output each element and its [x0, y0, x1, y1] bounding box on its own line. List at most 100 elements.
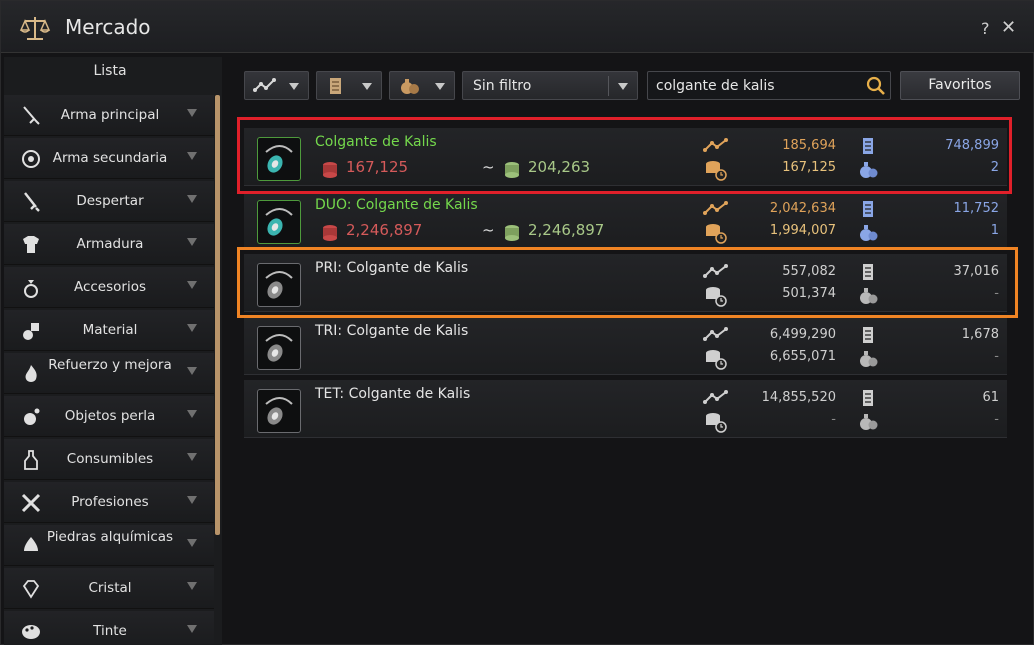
sidebar-item-label: Armadura — [76, 236, 144, 252]
sidebar-item-label: Despertar — [76, 193, 144, 209]
sidebar-item-arma-principal[interactable]: Arma principal — [4, 95, 214, 136]
scroll-icon — [863, 390, 873, 406]
sidebar-item-cristal[interactable]: Cristal — [4, 568, 214, 609]
chevron-down-icon — [187, 109, 197, 117]
sidebar-item-profesiones[interactable]: Profesiones — [4, 482, 214, 523]
awakening-sword-icon — [24, 192, 40, 212]
category-sidebar: Lista Arma principal Arma secundaria Despe… — [4, 57, 222, 645]
chevron-down-icon — [187, 367, 197, 375]
sidebar-item-objetos-perla[interactable]: Objetos perla — [4, 396, 214, 437]
chevron-down-icon — [187, 410, 197, 418]
chevron-down-icon — [289, 83, 299, 90]
listings-count: 61 — [982, 390, 999, 405]
shield-icon — [22, 150, 40, 168]
coin-stack-green-icon — [505, 225, 519, 241]
stock-count: 1 — [990, 223, 999, 238]
item-thumbnail — [257, 326, 301, 370]
sidebar-item-material[interactable]: Material — [4, 310, 214, 351]
pouch-icon — [860, 351, 878, 367]
table-row[interactable]: DUO: Colgante de Kalis 2,246,897 ~2,246,89… — [244, 191, 1007, 249]
listings-count: 11,752 — [953, 201, 1000, 216]
sidebar-item-label: Piedras alquímicas — [46, 529, 174, 545]
sword-icon — [23, 106, 40, 125]
tools-icon — [21, 493, 41, 513]
chevron-down-icon — [362, 83, 372, 90]
min-price: 2,246,897 — [346, 221, 423, 239]
coin-stack-red-icon — [323, 225, 337, 241]
max-price: 2,246,897 — [528, 221, 605, 239]
sidebar-item-label: Accesorios — [73, 279, 147, 295]
sidebar-item-refuerzo-y-mejora[interactable]: Refuerzo y mejora — [4, 353, 214, 394]
sidebar-item-armadura[interactable]: Armadura — [4, 224, 214, 265]
price-range-separator: ~ — [482, 221, 495, 239]
stock-count: - — [994, 349, 999, 364]
chevron-down-icon — [618, 83, 628, 90]
help-button[interactable]: ? — [981, 19, 990, 38]
item-name: TRI: Colgante de Kalis — [315, 323, 469, 339]
chevron-down-icon — [187, 238, 197, 246]
crystal-icon — [22, 580, 40, 599]
pendant-icon — [265, 334, 293, 362]
scroll-icon — [863, 327, 873, 343]
close-button[interactable]: ✕ — [1001, 17, 1016, 38]
sidebar-item-tinte[interactable]: Tinte — [4, 611, 214, 645]
filter-select-value: Sin filtro — [473, 78, 532, 94]
sidebar-item-label: Consumibles — [66, 451, 154, 467]
price-trend-filter[interactable] — [244, 71, 309, 100]
palette-icon — [22, 625, 40, 639]
window-title: Mercado — [65, 15, 151, 39]
bag-filter[interactable] — [389, 71, 455, 100]
title-bar[interactable]: Mercado ? ✕ — [1, 1, 1034, 53]
sidebar-item-label: Objetos perla — [64, 408, 156, 424]
chevron-down-icon — [187, 453, 197, 461]
chevron-down-icon — [187, 582, 197, 590]
sidebar-item-label: Profesiones — [71, 494, 149, 510]
search-box — [647, 71, 891, 100]
chevron-down-icon — [187, 195, 197, 203]
market-window: Mercado ? ✕ Lista Arma principal Arma sec… — [0, 0, 1034, 645]
highlight-box-red — [237, 117, 1012, 194]
sidebar-item-despertar[interactable]: Despertar — [4, 181, 214, 222]
price-value: 2,042,634 — [769, 201, 836, 216]
scales-icon — [19, 17, 51, 40]
sidebar-item-arma-secundaria[interactable]: Arma secundaria — [4, 138, 214, 179]
chevron-down-icon — [187, 496, 197, 504]
sidebar-item-piedras-alquimicas[interactable]: Piedras alquímicas — [4, 525, 214, 566]
scroll-icon — [863, 201, 873, 217]
sidebar-item-label: Material — [82, 322, 138, 338]
sidebar-item-label: Arma secundaria — [52, 150, 168, 166]
chevron-down-icon — [187, 281, 197, 289]
price-value: 14,855,520 — [761, 390, 836, 405]
item-thumbnail — [257, 200, 301, 244]
highlight-box-orange — [237, 247, 1018, 318]
armor-icon — [23, 236, 39, 253]
pouch-icon — [860, 414, 878, 430]
potion-icon — [24, 450, 38, 470]
sidebar-item-label: Tinte — [93, 623, 127, 639]
sidebar-item-consumibles[interactable]: Consumibles — [4, 439, 214, 480]
base-price-value: 1,994,007 — [769, 223, 836, 238]
search-icon[interactable] — [866, 76, 886, 96]
item-thumbnail — [257, 389, 301, 433]
base-price-value: - — [831, 412, 836, 427]
flame-icon — [25, 365, 37, 382]
listings-count: 1,678 — [961, 327, 999, 342]
sidebar-scrollbar[interactable] — [215, 95, 220, 535]
favorites-button[interactable]: Favoritos — [900, 71, 1020, 100]
scroll-icon — [330, 78, 341, 94]
alchemy-stone-icon — [24, 537, 38, 551]
chevron-down-icon — [187, 539, 197, 547]
table-row[interactable]: TET: Colgante de Kalis 14,855,520 - 61 - — [244, 380, 1007, 438]
table-row[interactable]: TRI: Colgante de Kalis 6,499,290 6,655,071… — [244, 317, 1007, 375]
ring-icon — [24, 280, 38, 298]
chevron-down-icon — [187, 625, 197, 633]
material-icon — [23, 323, 39, 340]
select-divider — [608, 76, 609, 96]
sidebar-item-accesorios[interactable]: Accesorios — [4, 267, 214, 308]
search-input[interactable] — [656, 76, 856, 96]
filter-select[interactable]: Sin filtro — [462, 71, 638, 100]
sidebar-item-label: Cristal — [88, 580, 132, 596]
item-name: DUO: Colgante de Kalis — [315, 197, 478, 213]
listing-filter[interactable] — [316, 71, 382, 100]
sidebar-header: Lista — [93, 63, 127, 79]
